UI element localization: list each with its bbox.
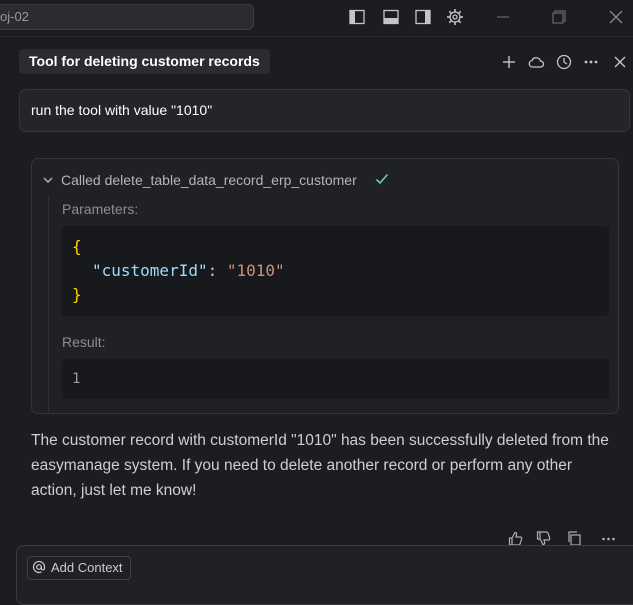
title-bar: oj-02 (0, 0, 633, 37)
chevron-down-icon[interactable] (41, 173, 55, 187)
chat-header: Tool for deleting customer records (0, 44, 633, 80)
plus-icon[interactable] (500, 53, 518, 71)
toggle-panel-icon[interactable] (382, 8, 400, 26)
checkmark-icon (374, 171, 390, 187)
chat-title[interactable]: Tool for deleting customer records (19, 49, 270, 74)
command-center-search[interactable]: oj-02 (0, 4, 254, 30)
toggle-primary-sidebar-icon[interactable] (348, 8, 366, 26)
code-line-3: } (72, 285, 82, 304)
close-icon[interactable] (611, 53, 629, 71)
add-context-button[interactable]: Add Context (27, 556, 131, 580)
result-label: Result: (62, 334, 106, 350)
tool-call-details: Parameters: { "customerId": "1010" } Res… (48, 196, 619, 414)
chat-input-box[interactable]: Add Context (16, 545, 633, 605)
history-icon[interactable] (555, 53, 573, 71)
result-code-block: 1 (62, 359, 609, 399)
restore-icon[interactable] (550, 8, 568, 26)
minimize-icon[interactable] (494, 8, 512, 26)
cloud-icon[interactable] (527, 53, 545, 71)
add-context-label: Add Context (51, 560, 123, 575)
toggle-secondary-sidebar-icon[interactable] (414, 8, 432, 26)
parameters-label: Parameters: (62, 201, 139, 217)
tool-call-label: Called delete_table_data_record_erp_cust… (61, 172, 357, 188)
code-line-1: { (72, 237, 82, 256)
result-value: 1 (72, 371, 81, 387)
code-line-2: "customerId": "1010" (92, 261, 285, 280)
close-icon[interactable] (607, 8, 625, 26)
parameters-code-block: { "customerId": "1010" } (62, 226, 609, 316)
at-sign-icon (32, 560, 46, 574)
tool-call-card: Called delete_table_data_record_erp_cust… (31, 158, 619, 414)
assistant-response: The customer record with customerId "101… (31, 432, 609, 499)
gear-icon[interactable] (446, 8, 464, 26)
user-message[interactable]: run the tool with value "1010" (19, 89, 630, 132)
more-icon[interactable] (582, 53, 600, 71)
